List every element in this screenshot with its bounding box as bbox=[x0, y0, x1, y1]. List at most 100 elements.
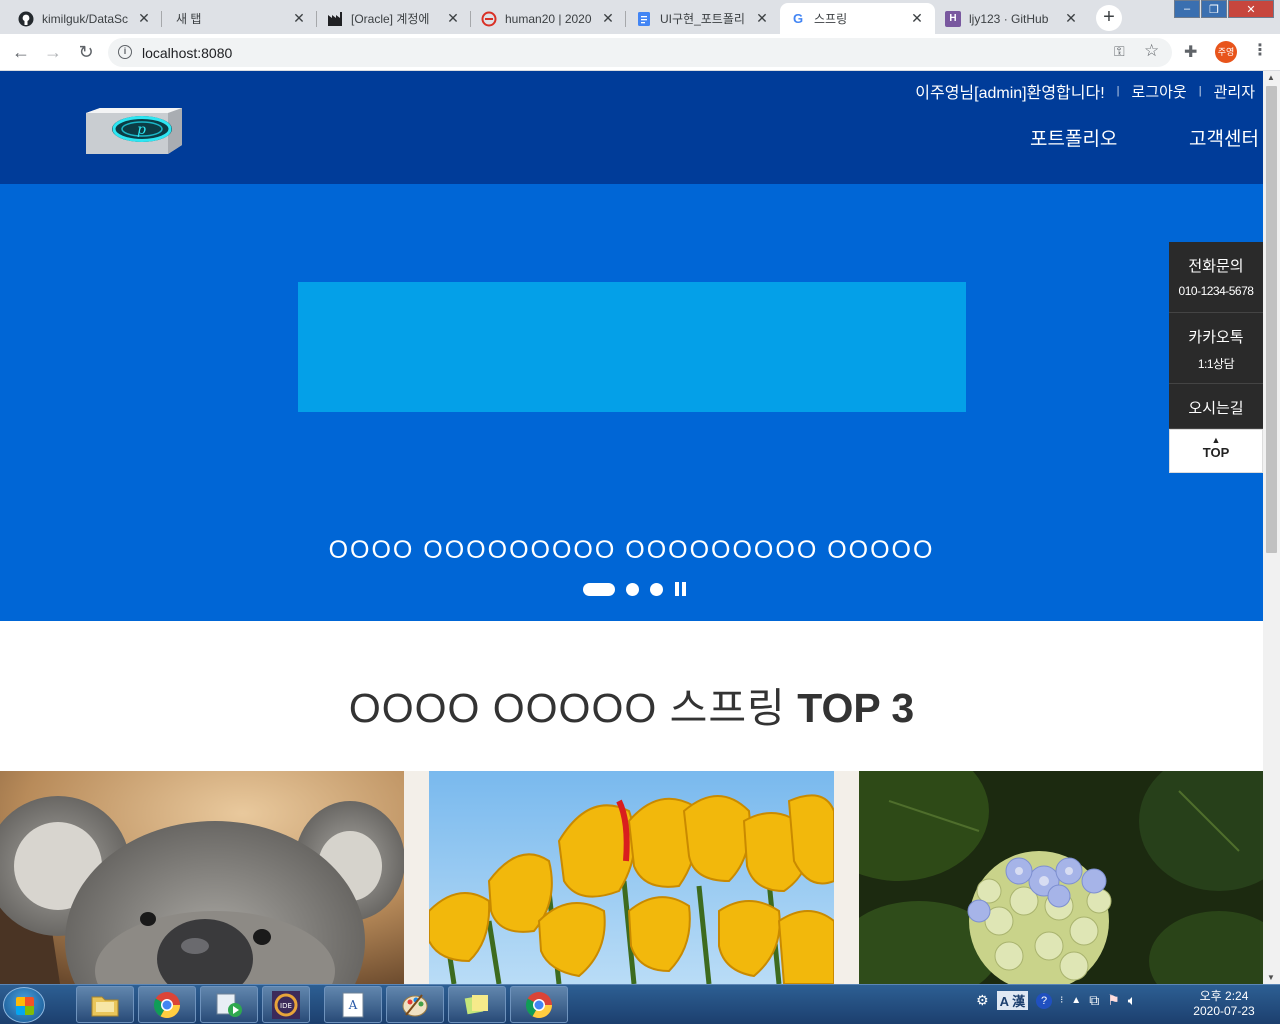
scroll-top-button[interactable]: ▲ TOP bbox=[1169, 429, 1263, 473]
tab-title: 새 탭 bbox=[176, 12, 202, 26]
section-title-light: OOOO OOOOO 스프링 bbox=[348, 685, 786, 731]
tulips-image[interactable] bbox=[429, 771, 834, 984]
slider-dot-active[interactable] bbox=[583, 582, 615, 596]
close-tab-icon[interactable]: ✕ bbox=[600, 10, 616, 27]
clock-date: 2020-07-23 bbox=[1193, 1004, 1255, 1018]
close-window-button[interactable]: ✕ bbox=[1228, 0, 1274, 18]
hero-caption: OOOO OOOOOOOOO OOOOOOOOO OOOOO bbox=[328, 536, 935, 564]
maximize-window-button[interactable]: ❐ bbox=[1201, 0, 1227, 18]
chrome-icon bbox=[525, 991, 553, 1018]
ime-indicator[interactable]: A 漢 bbox=[996, 991, 1029, 1010]
clock[interactable]: 오후 2:24 2020-07-23 bbox=[1180, 989, 1268, 1019]
reload-icon[interactable]: ↻ bbox=[74, 41, 98, 65]
explorer-taskbar-button[interactable] bbox=[76, 986, 134, 1023]
bookmark-star-icon[interactable]: ☆ bbox=[1144, 41, 1159, 61]
browser-tab[interactable]: 새 탭 ✕ bbox=[162, 3, 317, 34]
hero-banner-box bbox=[298, 282, 966, 412]
logout-link[interactable]: 로그아웃 bbox=[1132, 81, 1187, 102]
info-icon[interactable]: i bbox=[118, 45, 132, 59]
close-tab-icon[interactable]: ✕ bbox=[1063, 10, 1079, 27]
scrollbar-thumb[interactable] bbox=[1266, 86, 1277, 553]
profile-avatar[interactable]: 주영 bbox=[1215, 41, 1237, 63]
url-text[interactable]: localhost:8080 bbox=[142, 45, 232, 61]
quick-phone[interactable]: 전화문의 010-1234-5678 bbox=[1169, 242, 1263, 313]
key-icon[interactable]: ⚿ bbox=[1114, 43, 1125, 60]
github-icon bbox=[18, 11, 34, 27]
language-icon[interactable]: ⚙ bbox=[976, 992, 989, 1009]
folder-icon bbox=[91, 996, 119, 1016]
paint-taskbar-button[interactable] bbox=[386, 986, 444, 1023]
site-header: p 이주영님[admin]환영합니다! | 로그아웃 | 관리자 포트폴리오 고… bbox=[0, 71, 1263, 184]
chrome-icon bbox=[153, 991, 181, 1018]
action-center-flag-icon[interactable]: ⚑ bbox=[1107, 992, 1120, 1009]
quick-phone-number: 010-1234-5678 bbox=[1178, 284, 1254, 298]
volume-icon[interactable]: 🔈︎ bbox=[1128, 992, 1136, 1009]
javaee-ide-taskbar-button[interactable]: IDE bbox=[262, 986, 310, 1023]
browser-menu-icon[interactable]: ⋮ bbox=[1252, 40, 1268, 60]
scroll-up-icon[interactable]: ▲ bbox=[1267, 73, 1275, 82]
system-tray: ⚙ A 漢 ? ⁝ ▲ ⧉ ⚑ 🔈︎ bbox=[976, 991, 1144, 1010]
quick-kakao[interactable]: 카카오톡 1:1상담 bbox=[1169, 313, 1263, 384]
browser-tab[interactable]: H ljy123 · GitHub ✕ bbox=[935, 3, 1089, 34]
tab-title: 스프링 bbox=[814, 12, 848, 26]
hydrangea-image[interactable] bbox=[859, 771, 1263, 984]
close-tab-icon[interactable]: ✕ bbox=[136, 10, 152, 27]
new-tab-button[interactable]: + bbox=[1096, 5, 1122, 31]
wordpad-taskbar-button[interactable]: A bbox=[324, 986, 382, 1023]
ime-options-icon[interactable]: ⁝ bbox=[1060, 995, 1063, 1006]
quick-kakao-title: 카카오톡 bbox=[1188, 329, 1244, 346]
slider-dot[interactable] bbox=[650, 582, 663, 596]
google-icon: G bbox=[792, 11, 804, 26]
slider-pagination bbox=[583, 582, 689, 596]
browser-tab[interactable]: human20 | 2020 ✕ bbox=[471, 3, 626, 34]
paint-palette-icon bbox=[402, 993, 428, 1016]
tab-title: ljy123 · GitHub bbox=[969, 11, 1049, 26]
scroll-top-label: TOP bbox=[1202, 445, 1230, 460]
sticky-notes-taskbar-button[interactable] bbox=[448, 986, 506, 1023]
pause-icon[interactable] bbox=[675, 582, 689, 596]
hero-slider: OOOO OOOOOOOOO OOOOOOOOO OOOOO bbox=[0, 184, 1263, 621]
utility-menu: 이주영님[admin]환영합니다! | 로그아웃 | 관리자 bbox=[915, 79, 1255, 103]
close-tab-icon[interactable]: ✕ bbox=[754, 10, 770, 27]
nav-customer-center[interactable]: 고객센터 bbox=[1189, 124, 1259, 151]
help-icon[interactable]: ? bbox=[1036, 992, 1053, 1009]
address-bar[interactable]: i localhost:8080 ⚿ ☆ bbox=[108, 38, 1172, 67]
welcome-message: 이주영님[admin]환영합니다! bbox=[915, 85, 1105, 102]
divider: | bbox=[1116, 85, 1120, 97]
quick-directions[interactable]: 오시는길 bbox=[1169, 384, 1263, 429]
chrome-taskbar-button[interactable] bbox=[138, 986, 196, 1023]
section-title: OOOO OOOOO 스프링 TOP 3 bbox=[0, 674, 1263, 734]
close-tab-icon[interactable]: ✕ bbox=[909, 10, 925, 27]
media-taskbar-button[interactable] bbox=[200, 986, 258, 1023]
browser-tab[interactable]: [Oracle] 계정에 ✕ bbox=[317, 3, 471, 34]
quick-directions-label: 오시는길 bbox=[1188, 400, 1244, 417]
windows-logo-icon bbox=[16, 997, 34, 1015]
extensions-puzzle-icon[interactable]: ✚ bbox=[1184, 42, 1197, 62]
close-tab-icon[interactable]: ✕ bbox=[291, 10, 307, 27]
chrome-taskbar-button-2[interactable] bbox=[510, 986, 568, 1023]
page-scrollbar[interactable]: ▲ ▼ bbox=[1263, 71, 1280, 984]
browser-toolbar: ← → ↻ i localhost:8080 ⚿ ☆ bbox=[0, 34, 1280, 71]
red-circle-icon bbox=[481, 11, 497, 27]
scroll-down-icon[interactable]: ▼ bbox=[1267, 973, 1275, 982]
close-tab-icon[interactable]: ✕ bbox=[445, 10, 461, 27]
network-icon[interactable]: ⧉ bbox=[1089, 992, 1099, 1009]
koala-image[interactable] bbox=[0, 771, 404, 984]
browser-tab[interactable]: kimilguk/DataSc ✕ bbox=[8, 3, 162, 34]
svg-text:p: p bbox=[137, 122, 146, 138]
browser-tab-active[interactable]: G 스프링 ✕ bbox=[780, 3, 935, 34]
browser-tab[interactable]: UI구현_포트폴리 ✕ bbox=[626, 3, 780, 34]
forward-arrow-icon[interactable]: → bbox=[41, 41, 65, 65]
clock-time: 오후 2:24 bbox=[1199, 989, 1249, 1003]
minimize-window-button[interactable]: – bbox=[1174, 0, 1200, 18]
tray-expand-icon[interactable]: ▲ bbox=[1071, 995, 1081, 1006]
tab-title: [Oracle] 계정에 bbox=[351, 12, 430, 26]
javaee-ide-icon: IDE bbox=[272, 990, 300, 1019]
start-button[interactable] bbox=[3, 987, 45, 1023]
back-arrow-icon[interactable]: ← bbox=[9, 41, 33, 65]
admin-link[interactable]: 관리자 bbox=[1214, 81, 1255, 102]
slider-dot[interactable] bbox=[626, 582, 639, 596]
windows-taskbar: IDE A ⚙ A 漢 ? ⁝ ▲ ⧉ ⚑ 🔈︎ 오후 2:24 2020-07… bbox=[0, 984, 1280, 1024]
site-logo[interactable]: p bbox=[80, 107, 184, 155]
nav-portfolio[interactable]: 포트폴리오 bbox=[1030, 124, 1117, 151]
